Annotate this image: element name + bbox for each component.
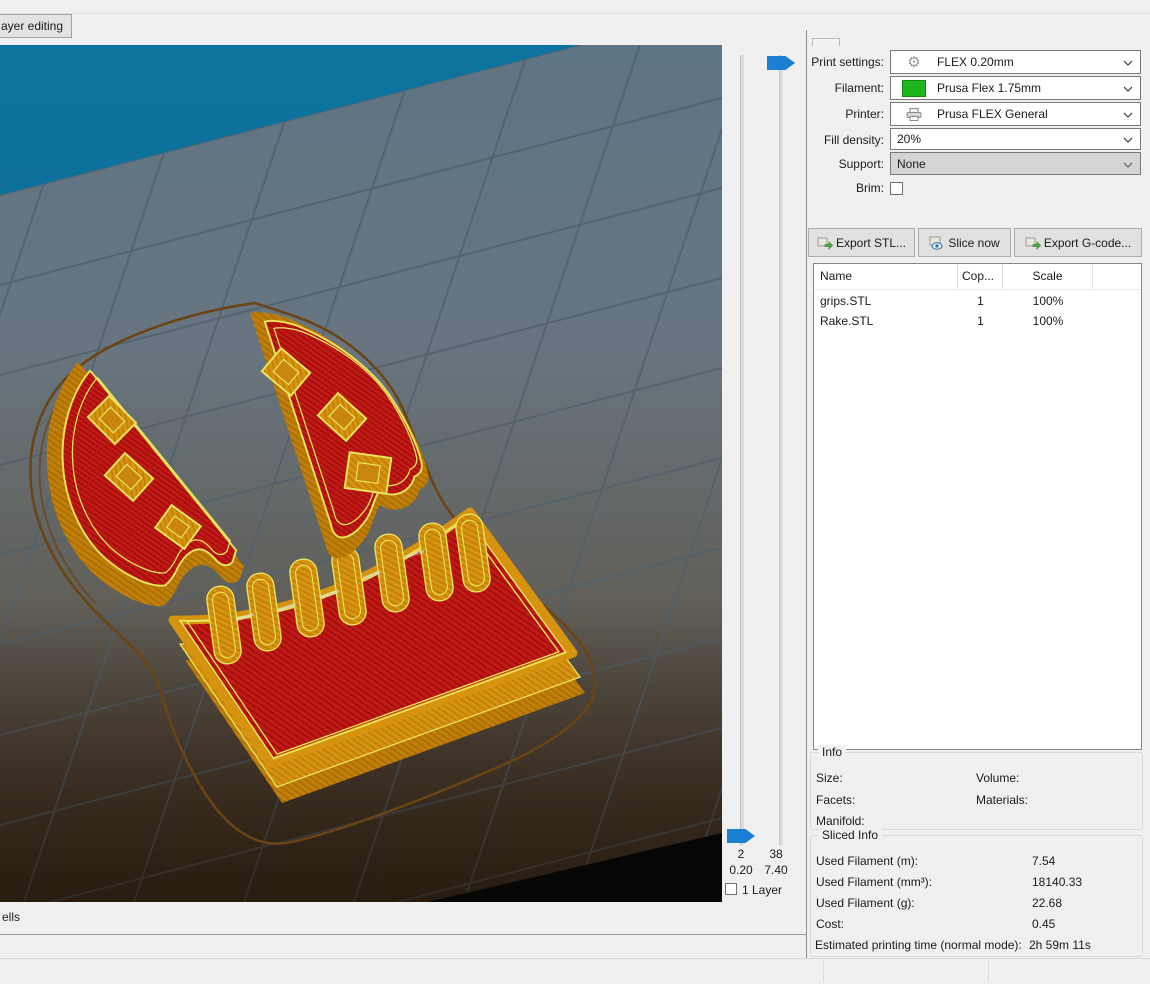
column-header-scale[interactable]: Scale bbox=[1003, 264, 1093, 289]
slice-eye-icon bbox=[929, 236, 943, 250]
top-divider bbox=[0, 13, 1150, 14]
gear-icon: ⚙ bbox=[907, 53, 921, 71]
brim-label: Brim: bbox=[856, 181, 884, 195]
layer-slider-track-right[interactable] bbox=[779, 55, 783, 845]
support-label: Support: bbox=[838, 157, 884, 171]
print-settings-combo[interactable]: ⚙ FLEX 0.20mm bbox=[890, 50, 1141, 74]
slice-now-button[interactable]: Slice now bbox=[918, 228, 1011, 257]
used-filament-m-value: 7.54 bbox=[1032, 854, 1056, 868]
used-filament-m-label: Used Filament (m): bbox=[816, 854, 919, 868]
layer-high-value: 38 bbox=[769, 847, 783, 861]
status-bar bbox=[0, 958, 1150, 984]
column-header-copies[interactable]: Cop... bbox=[958, 264, 1003, 289]
slicer-window: ayer editing ells 2 38 0.20 7.40 1 Layer… bbox=[0, 0, 1150, 984]
printer-combo[interactable]: Prusa FLEX General bbox=[890, 102, 1141, 126]
column-header-name[interactable]: Name bbox=[814, 264, 958, 289]
plater-bottom-divider bbox=[0, 934, 806, 935]
object-list[interactable]: Name Cop... Scale grips.STL 1 100% Rake.… bbox=[813, 263, 1142, 750]
filament-value: Prusa Flex 1.75mm bbox=[937, 81, 1042, 95]
cost-value: 0.45 bbox=[1032, 917, 1056, 931]
tab-layer-editing[interactable]: ayer editing bbox=[0, 14, 72, 38]
print-time-value: 2h 59m 11s bbox=[1029, 938, 1091, 952]
one-layer-label: 1 Layer bbox=[742, 883, 783, 897]
used-filament-mm3-value: 18140.33 bbox=[1032, 875, 1083, 889]
filament-color-swatch bbox=[891, 79, 937, 97]
object-scale: 100% bbox=[1032, 294, 1064, 308]
support-value: None bbox=[897, 156, 926, 171]
support-combo[interactable]: None bbox=[890, 152, 1141, 175]
export-gcode-button[interactable]: Export G-code... bbox=[1014, 228, 1142, 257]
info-title: Info bbox=[818, 745, 847, 759]
used-filament-mm3-label: Used Filament (mm³): bbox=[816, 875, 933, 889]
object-copies: 1 bbox=[977, 294, 984, 308]
3d-viewport[interactable] bbox=[0, 45, 722, 902]
column-header-empty bbox=[1093, 264, 1141, 289]
fill-density-value: 20% bbox=[897, 132, 922, 146]
facets-label: Facets: bbox=[816, 793, 856, 807]
filament-combo[interactable]: Prusa Flex 1.75mm bbox=[890, 76, 1141, 100]
printer-icon bbox=[891, 107, 937, 121]
layer-high-height: 7.40 bbox=[764, 863, 788, 877]
object-name: grips.STL bbox=[820, 294, 872, 308]
chevron-down-icon bbox=[1123, 86, 1133, 92]
tab-layer-editing-label: ayer editing bbox=[0, 19, 64, 33]
chevron-down-icon bbox=[1123, 137, 1133, 143]
used-filament-g-label: Used Filament (g): bbox=[816, 896, 915, 910]
materials-label: Materials: bbox=[976, 793, 1029, 807]
chevron-down-icon bbox=[1123, 60, 1133, 66]
shells-label: ells bbox=[2, 910, 21, 924]
export-icon bbox=[817, 237, 833, 250]
printer-label: Printer: bbox=[845, 107, 884, 121]
layer-slider-track-left[interactable] bbox=[740, 55, 744, 845]
status-bar-divider bbox=[823, 960, 824, 982]
export-stl-button[interactable]: Export STL... bbox=[808, 228, 915, 257]
export-icon bbox=[1025, 237, 1041, 250]
layer-slider-handle-high[interactable] bbox=[767, 56, 795, 70]
status-bar-divider bbox=[988, 960, 989, 982]
layer-low-height: 0.20 bbox=[729, 863, 753, 877]
print-settings-label: Print settings: bbox=[811, 55, 884, 69]
table-header-divider bbox=[814, 289, 1141, 290]
plater-tab-remnant bbox=[812, 38, 840, 46]
export-gcode-label: Export G-code... bbox=[1043, 235, 1132, 250]
used-filament-g-value: 22.68 bbox=[1032, 896, 1063, 910]
fill-density-label: Fill density: bbox=[823, 133, 884, 147]
volume-label: Volume: bbox=[976, 771, 1020, 785]
size-label: Size: bbox=[816, 771, 843, 785]
slice-now-label: Slice now bbox=[948, 235, 1000, 250]
printer-value: Prusa FLEX General bbox=[937, 107, 1048, 121]
one-layer-checkbox[interactable] bbox=[725, 883, 737, 895]
filament-label: Filament: bbox=[834, 81, 884, 95]
sliced-info-title: Sliced Info bbox=[818, 828, 883, 842]
layer-slider-handle-low[interactable] bbox=[727, 829, 755, 843]
layer-low-value: 2 bbox=[737, 847, 745, 861]
cost-label: Cost: bbox=[816, 917, 845, 931]
object-name: Rake.STL bbox=[820, 314, 874, 328]
fill-density-combo[interactable]: 20% bbox=[890, 128, 1141, 150]
manifold-label: Manifold: bbox=[816, 814, 865, 828]
chevron-down-icon bbox=[1123, 162, 1133, 168]
object-scale: 100% bbox=[1032, 314, 1064, 328]
object-copies: 1 bbox=[977, 314, 984, 328]
brim-checkbox[interactable] bbox=[890, 182, 903, 195]
print-time-label: Estimated printing time (normal mode): bbox=[815, 938, 1022, 952]
export-stl-label: Export STL... bbox=[835, 235, 907, 250]
print-settings-value: FLEX 0.20mm bbox=[937, 55, 1014, 69]
chevron-down-icon bbox=[1123, 112, 1133, 118]
